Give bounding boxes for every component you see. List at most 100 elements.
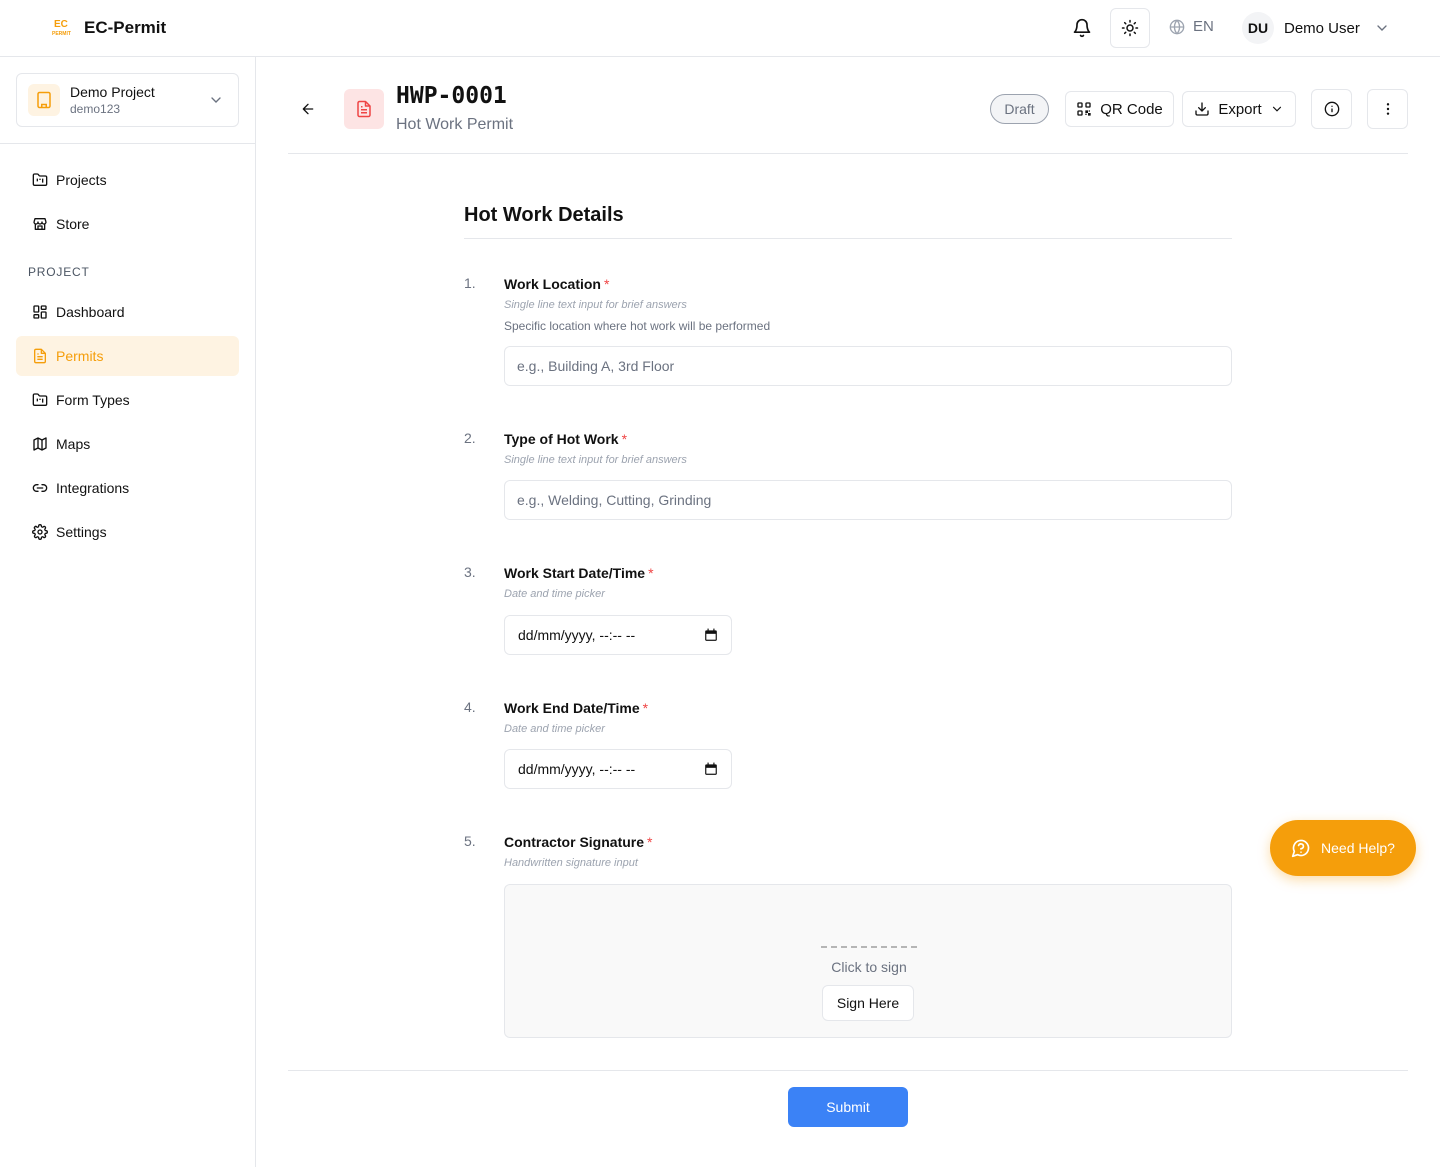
language-selector[interactable]: EN [1169, 18, 1214, 35]
status-badge: Draft [990, 94, 1049, 124]
info-icon [1324, 101, 1339, 117]
more-options-button[interactable] [1367, 89, 1408, 129]
store-icon [33, 218, 47, 230]
datetime-value: dd/mm/yyyy, --:-- -- [518, 627, 636, 643]
sidebar-item-projects[interactable]: Projects [16, 160, 239, 200]
need-help-button[interactable]: Need Help? [1270, 820, 1416, 876]
required-marker: * [647, 834, 653, 850]
question-number: 1. [464, 275, 476, 291]
sidebar-item-label: Dashboard [56, 304, 125, 320]
app-title: EC-Permit [84, 18, 167, 37]
sidebar-item-label: Integrations [56, 480, 130, 496]
file-text-icon [357, 100, 371, 118]
sidebar-item-label: Permits [56, 348, 104, 364]
ec-permit-logo-icon: EC PERMIT [52, 19, 71, 37]
user-name: Demo User [1284, 19, 1360, 37]
question-number: 4. [464, 699, 476, 715]
language-label: EN [1193, 18, 1214, 35]
question-label-text: Work Start Date/Time [504, 565, 646, 581]
sidebar-item-maps[interactable]: Maps [16, 424, 239, 464]
sidebar-item-label: Settings [56, 524, 107, 540]
question-label: Work End Date/Time * [504, 700, 648, 716]
hot-work-type-input[interactable] [504, 480, 1232, 520]
user-menu[interactable]: DU Demo User [1242, 12, 1390, 44]
sidebar: Demo Project demo123 Projects Store PROJ… [0, 57, 256, 1167]
export-label: Export [1218, 100, 1262, 118]
question-hint: Single line text input for brief answers [504, 299, 687, 311]
qr-code-button[interactable]: QR Code [1065, 91, 1174, 127]
datetime-value: dd/mm/yyyy, --:-- -- [518, 761, 636, 777]
calendar-icon[interactable] [704, 762, 718, 776]
calendar-icon[interactable] [704, 628, 718, 642]
globe-icon [1169, 19, 1185, 34]
submit-button[interactable]: Submit [788, 1087, 908, 1127]
svg-text:EC: EC [54, 19, 68, 30]
sidebar-item-label: Store [56, 216, 90, 232]
required-marker: * [621, 431, 628, 447]
work-location-input[interactable] [504, 346, 1232, 386]
file-text-icon [34, 348, 46, 364]
question-label-text: Type of Hot Work [504, 431, 619, 447]
form-footer-divider [288, 1070, 1408, 1071]
notifications-button[interactable] [1070, 16, 1094, 40]
export-button[interactable]: Export [1182, 91, 1296, 127]
required-marker: * [648, 565, 654, 581]
required-marker: * [642, 700, 649, 716]
folder-icon [32, 173, 48, 186]
question-hint: Handwritten signature input [504, 857, 638, 869]
sidebar-item-dashboard[interactable]: Dashboard [16, 292, 239, 332]
chevron-down-icon [211, 97, 221, 103]
avatar: DU [1242, 12, 1274, 44]
need-help-label: Need Help? [1321, 840, 1395, 856]
required-marker: * [603, 276, 610, 292]
signature-pad[interactable]: Click to sign Sign Here [504, 884, 1232, 1038]
question-number: 5. [464, 833, 476, 849]
more-vertical-icon [1386, 103, 1389, 115]
top-bar: EC PERMIT EC-Permit EN DU Demo User [0, 0, 1440, 57]
question-description: Specific location where hot work will be… [504, 319, 771, 333]
project-name: Demo Project [70, 84, 155, 100]
chevron-down-icon [1272, 106, 1281, 112]
arrow-left-icon [302, 103, 314, 115]
project-switcher[interactable]: Demo Project demo123 [16, 73, 239, 127]
question-number: 3. [464, 564, 476, 580]
question-label-text: Contractor Signature [504, 834, 645, 850]
sidebar-item-form-types[interactable]: Form Types [16, 380, 239, 420]
question-label: Contractor Signature * [504, 834, 652, 850]
qr-code-label: QR Code [1100, 100, 1163, 118]
building-icon [28, 84, 60, 116]
info-button[interactable] [1311, 89, 1352, 129]
question-hint: Single line text input for brief answers [504, 454, 687, 466]
form-section-title: Hot Work Details [464, 204, 624, 226]
theme-toggle-button[interactable] [1110, 8, 1150, 48]
question-label: Work Start Date/Time * [504, 565, 654, 581]
download-icon [1195, 102, 1209, 116]
sidebar-item-permits[interactable]: Permits [16, 336, 239, 376]
question-label: Work Location * [504, 276, 609, 292]
chevron-down-icon [1377, 25, 1387, 31]
sun-icon [1121, 19, 1139, 37]
signature-prompt: Click to sign [831, 959, 907, 975]
sidebar-item-settings[interactable]: Settings [16, 512, 239, 552]
app-logo[interactable]: EC PERMIT EC-Permit [52, 17, 166, 39]
sign-here-button[interactable]: Sign Here [822, 985, 914, 1021]
link-icon [32, 484, 48, 492]
sidebar-item-label: Form Types [56, 392, 130, 408]
bell-icon [1073, 18, 1091, 38]
sidebar-item-integrations[interactable]: Integrations [16, 468, 239, 508]
permit-type-subtitle: Hot Work Permit [396, 116, 514, 133]
question-hint: Date and time picker [504, 588, 605, 600]
question-label-text: Work Location [504, 276, 601, 292]
back-button[interactable] [298, 99, 318, 119]
question-number: 2. [464, 430, 476, 446]
svg-text:PERMIT: PERMIT [52, 31, 71, 37]
sidebar-item-label: Maps [56, 436, 91, 452]
work-end-datetime-input[interactable]: dd/mm/yyyy, --:-- -- [504, 749, 732, 789]
sidebar-item-store[interactable]: Store [16, 204, 239, 244]
work-start-datetime-input[interactable]: dd/mm/yyyy, --:-- -- [504, 615, 732, 655]
project-code: demo123 [70, 102, 121, 116]
chat-help-icon [1291, 839, 1310, 858]
question-hint: Date and time picker [504, 723, 605, 735]
question-label-text: Work End Date/Time [504, 700, 640, 716]
question-label: Type of Hot Work * [504, 431, 627, 447]
